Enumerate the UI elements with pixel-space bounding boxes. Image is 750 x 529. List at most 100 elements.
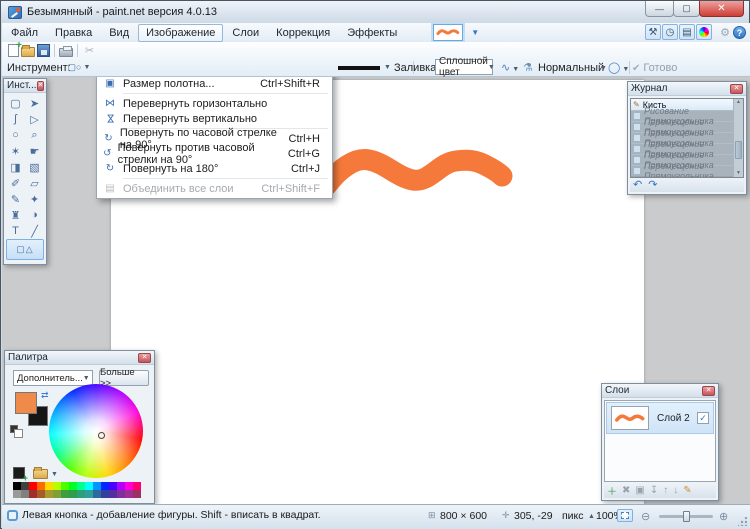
close-button[interactable]: ✕ xyxy=(699,1,744,17)
tools-toggle-button[interactable]: ⚒ xyxy=(645,24,661,40)
more-button[interactable]: Больше >> xyxy=(99,367,149,389)
tool-color-picker-icon[interactable]: ✦ xyxy=(25,191,44,207)
stroke-width-dropdown[interactable]: ▼ xyxy=(338,64,391,71)
fill-style-combobox[interactable]: Сплошной цвет ▼ xyxy=(435,56,495,78)
palette-swatch[interactable] xyxy=(93,482,101,490)
palette-swatch[interactable] xyxy=(61,482,69,490)
color-wheel[interactable] xyxy=(49,384,143,478)
history-toggle-button[interactable]: ◷ xyxy=(662,24,678,40)
move-layer-down-icon[interactable]: ↓ xyxy=(673,485,678,496)
palette-swatch[interactable] xyxy=(133,482,141,490)
palette-swatch[interactable] xyxy=(13,482,21,490)
menu-item-canvas-size[interactable]: ▣ Размер полотна... Ctrl+Shift+R xyxy=(97,77,332,91)
zoom-out-icon[interactable]: ⊖ xyxy=(641,510,650,523)
tool-move-selected-pixels-icon[interactable]: ➤ xyxy=(25,95,44,111)
tools-window-titlebar[interactable]: Инст... ✕ xyxy=(4,79,46,93)
redo-icon[interactable]: ↷ xyxy=(648,179,657,191)
help-icon[interactable]: ? xyxy=(733,26,746,39)
menu-item-rotate-180[interactable]: ↻ Повернуть на 180° Ctrl+J xyxy=(97,161,332,176)
palette-swatch[interactable] xyxy=(85,482,93,490)
tool-recolor-icon[interactable]: ◑ xyxy=(25,207,44,223)
history-item[interactable]: Перемещение Прямоугольника xyxy=(631,161,743,177)
palette-swatch[interactable] xyxy=(21,490,29,498)
antialias-icon[interactable]: ◯ ▼ xyxy=(608,61,629,74)
palette-swatch[interactable] xyxy=(61,490,69,498)
tool-line-curve-icon[interactable]: ╱ xyxy=(25,223,44,239)
cut-icon[interactable]: ✂ xyxy=(82,44,97,58)
primary-color-swatch[interactable] xyxy=(15,392,37,414)
palette-swatch[interactable] xyxy=(37,490,45,498)
color-wheel-selector[interactable] xyxy=(98,432,105,439)
palette-swatch[interactable] xyxy=(77,482,85,490)
palette-swatch[interactable] xyxy=(101,490,109,498)
settings-gear-icon[interactable]: ⚙ xyxy=(720,26,730,39)
tool-lasso-select-icon[interactable]: ʃ xyxy=(6,111,25,127)
move-layer-up-icon[interactable]: ↑ xyxy=(663,485,668,496)
units-arrow-icon[interactable]: ▲ xyxy=(588,513,595,520)
tool-shapes-dropdown[interactable]: ▢○ ▼ xyxy=(64,60,94,75)
palette-swatch[interactable] xyxy=(53,490,61,498)
palette-swatch[interactable] xyxy=(13,490,21,498)
tool-shapes-icon[interactable]: ▢△ xyxy=(6,239,44,260)
history-scrollbar[interactable]: ▲ ▼ xyxy=(733,99,743,177)
zoom-slider[interactable] xyxy=(659,511,713,522)
tool-eraser-icon[interactable]: ▱ xyxy=(25,175,44,191)
layers-toggle-button[interactable]: ▤ xyxy=(679,24,695,40)
palette-swatch[interactable] xyxy=(109,490,117,498)
tool-text-icon[interactable]: T xyxy=(6,223,25,239)
palette-swatch[interactable] xyxy=(69,482,77,490)
menu-item-flip-vertical[interactable]: ⋈ Перевернуть вертикально xyxy=(97,111,332,126)
palette-swatch[interactable] xyxy=(93,490,101,498)
menu-view[interactable]: Вид xyxy=(101,24,137,42)
palette-swatch[interactable] xyxy=(125,490,133,498)
tool-clone-stamp-icon[interactable]: ♜ xyxy=(6,207,25,223)
palette-swatch[interactable] xyxy=(117,490,125,498)
zoom-in-icon[interactable]: ⊕ xyxy=(719,510,728,523)
palette-swatch[interactable] xyxy=(53,482,61,490)
tools-window-close-icon[interactable]: ✕ xyxy=(36,80,45,91)
palette-swatch[interactable] xyxy=(109,482,117,490)
add-layer-icon[interactable]: ＋ xyxy=(607,483,617,498)
menu-effects[interactable]: Эффекты xyxy=(339,24,405,42)
save-icon[interactable] xyxy=(37,44,50,57)
undo-icon[interactable]: ↶ xyxy=(633,179,642,191)
add-color-button[interactable] xyxy=(13,467,28,483)
palette-swatch[interactable] xyxy=(37,482,45,490)
menu-file[interactable]: Файл xyxy=(3,24,46,42)
layer-row[interactable]: Слой 2 ✓ xyxy=(606,402,714,434)
palette-swatch[interactable] xyxy=(77,490,85,498)
layer-visibility-checkbox[interactable]: ✓ xyxy=(697,412,709,424)
palette-swatch[interactable] xyxy=(69,490,77,498)
palette-swatch[interactable] xyxy=(29,490,37,498)
image-list-arrow-icon[interactable]: ▼ xyxy=(471,28,479,37)
tool-paintbrush-icon[interactable]: ✐ xyxy=(6,175,25,191)
tool-rectangle-select-icon[interactable]: ▢ xyxy=(6,95,25,111)
tool-magic-wand-icon[interactable]: ✶ xyxy=(6,143,25,159)
menu-adjustments[interactable]: Коррекция xyxy=(268,24,338,42)
menu-item-rotate-ccw-90[interactable]: ↺ Повернуть против часовой стрелки на 90°… xyxy=(97,142,332,166)
merge-down-icon[interactable]: ↧ xyxy=(650,485,658,496)
maximize-button[interactable]: ▢ xyxy=(673,1,700,17)
resize-grip[interactable] xyxy=(738,517,747,526)
palette-file-icon[interactable] xyxy=(33,467,48,479)
swap-colors-icon[interactable]: ⇄ xyxy=(41,390,49,401)
palette-swatch[interactable] xyxy=(101,482,109,490)
scrollbar-thumb[interactable] xyxy=(735,141,742,159)
menu-edit[interactable]: Правка xyxy=(47,24,100,42)
palette-swatch[interactable] xyxy=(21,482,29,490)
colors-toggle-button[interactable] xyxy=(696,24,712,40)
image-tab-thumbnail[interactable] xyxy=(431,22,466,43)
curve-style-icon[interactable]: ∿ ▼ xyxy=(501,61,519,74)
open-file-icon[interactable] xyxy=(21,45,35,57)
palette-swatch[interactable] xyxy=(117,482,125,490)
menu-image[interactable]: Изображение xyxy=(138,23,224,42)
tool-pencil-icon[interactable]: ✎ xyxy=(6,191,25,207)
tool-move-selection-icon[interactable]: ▷ xyxy=(25,111,44,127)
layers-window-titlebar[interactable]: Слои ✕ xyxy=(602,384,718,398)
minimize-button[interactable]: — xyxy=(645,1,674,17)
layers-window-close-icon[interactable]: ✕ xyxy=(702,385,715,396)
units-dropdown[interactable]: пикс xyxy=(562,510,584,522)
history-window-close-icon[interactable]: ✕ xyxy=(730,83,743,94)
menu-layers[interactable]: Слои xyxy=(224,24,267,42)
palette-swatch[interactable] xyxy=(125,482,133,490)
